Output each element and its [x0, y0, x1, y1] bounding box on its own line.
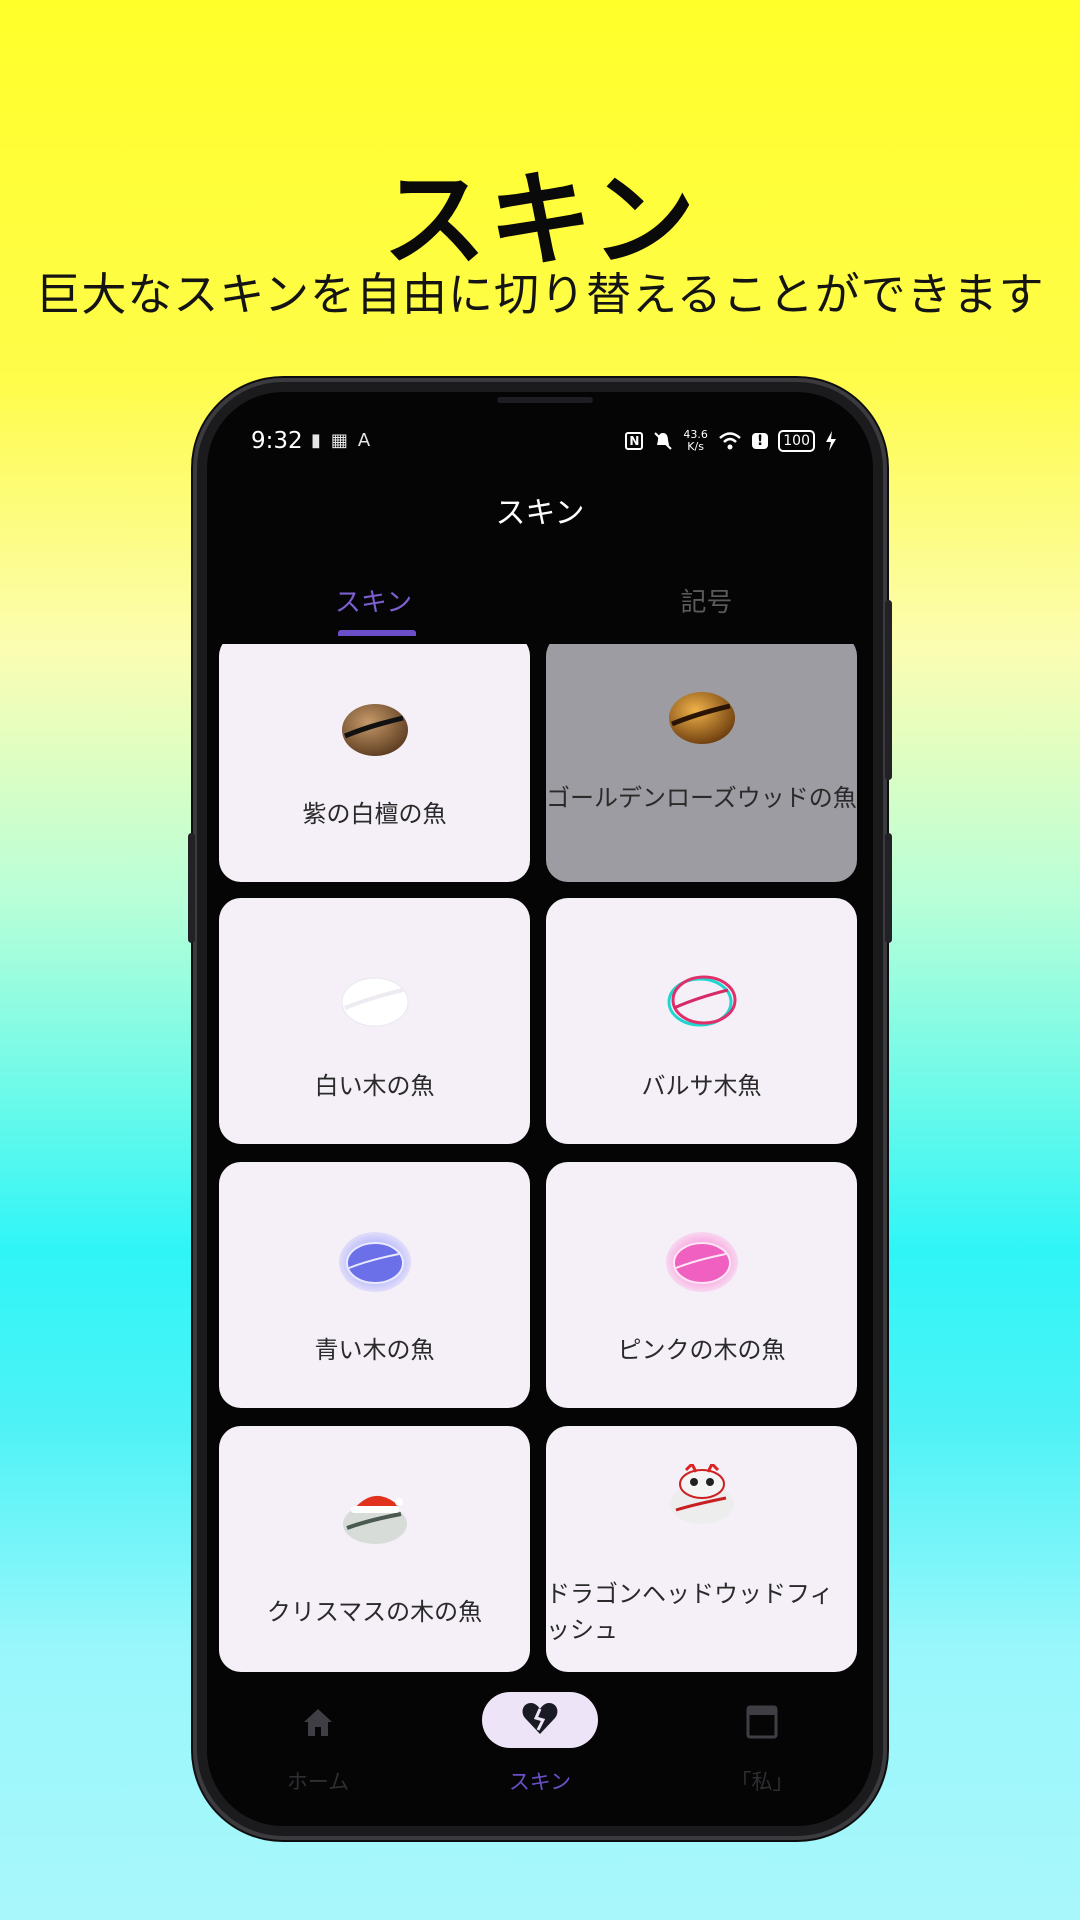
wooden-fish-pink-neon-icon: [666, 1232, 738, 1292]
nav-skin-label: スキン: [508, 1770, 572, 1794]
wifi-icon: [719, 432, 741, 450]
skin-grid: 紫の白檀の魚 ゴールデンローズウッドの魚 白い木の魚 バルサ木魚 青い木の魚 ピ…: [207, 644, 873, 1672]
wooden-fish-white-icon: [341, 977, 409, 1027]
wooden-fish-gold-icon: [669, 692, 735, 744]
skin-card-dragon-head[interactable]: ドラゴンヘッドウッドフィッシュ: [546, 1426, 857, 1672]
tab-skin[interactable]: スキン: [207, 582, 540, 619]
mute-icon: [654, 432, 673, 450]
phone-frame: 9:32 ▮▦A N 43.6 K/s ! 100 スキン スキン 記号 紫の白…: [188, 378, 892, 1840]
speaker-notch: [497, 397, 593, 403]
skin-label: ピンクの木の魚: [617, 1336, 786, 1364]
alert-icon: !: [751, 433, 769, 449]
wooden-fish-dragon-head-icon: [670, 1464, 734, 1524]
skin-card-blue-wood[interactable]: 青い木の魚: [219, 1162, 530, 1408]
skin-label: バルサ木魚: [641, 1072, 762, 1100]
status-bar: 9:32 ▮▦A N 43.6 K/s ! 100: [207, 428, 873, 468]
nav-skin[interactable]: スキン: [429, 1682, 651, 1826]
wooden-fish-brown-icon: [342, 704, 408, 756]
tab-bar: スキン 記号: [207, 582, 873, 642]
charging-icon: [826, 431, 836, 451]
skin-card-purple-sandalwood[interactable]: 紫の白檀の魚: [219, 644, 530, 882]
battery-saver-icon: ▮: [311, 430, 331, 451]
battery-icon: 100: [778, 430, 815, 452]
tab-symbol[interactable]: 記号: [540, 582, 873, 619]
wooden-fish-blue-neon-icon: [339, 1232, 411, 1292]
skin-card-golden-rosewood[interactable]: ゴールデンローズウッドの魚: [546, 644, 857, 882]
side-button: [885, 833, 892, 943]
skin-card-balsa-wood[interactable]: バルサ木魚: [546, 898, 857, 1144]
tab-indicator: [338, 630, 416, 636]
nav-me-label: 「私」: [730, 1770, 794, 1794]
nav-home[interactable]: ホーム: [207, 1682, 429, 1826]
skin-label: ドラゴンヘッドウッドフィッシュ: [546, 1580, 834, 1644]
skin-label: クリスマスの木の魚: [266, 1598, 483, 1626]
skin-label: 白い木の魚: [314, 1072, 435, 1100]
phone-screen: 9:32 ▮▦A N 43.6 K/s ! 100 スキン スキン 記号 紫の白…: [207, 392, 873, 1826]
nfc-icon: N: [625, 432, 644, 450]
status-right-icons: N 43.6 K/s ! 100: [625, 429, 837, 453]
skin-label: 紫の白檀の魚: [302, 800, 447, 828]
wooden-fish-glitch-icon: [667, 975, 737, 1027]
status-time: 9:32: [251, 428, 303, 454]
wooden-fish-christmas-icon: [343, 1495, 407, 1544]
nav-home-label: ホーム: [286, 1770, 350, 1794]
skin-label: ゴールデンローズウッドの魚: [546, 784, 857, 812]
profile-window-icon: [746, 1705, 778, 1739]
skin-label: 青い木の魚: [314, 1336, 435, 1364]
hero-subtitle: 巨大なスキンを自由に切り替えることができます: [35, 268, 1045, 321]
broken-heart-icon: [522, 1703, 558, 1734]
font-icon: A: [357, 430, 381, 451]
home-icon: [304, 1709, 332, 1736]
volume-button: [188, 833, 195, 943]
nav-me[interactable]: 「私」: [651, 1682, 873, 1826]
power-button: [885, 600, 892, 780]
skin-card-white-wood[interactable]: 白い木の魚: [219, 898, 530, 1144]
bottom-navigation: ホーム スキン 「私」: [207, 1682, 873, 1826]
app-icon: ▦: [330, 430, 358, 451]
status-left-icons: ▮▦A: [311, 430, 380, 451]
skin-card-christmas-wood[interactable]: クリスマスの木の魚: [219, 1426, 530, 1672]
net-speed: 43.6 K/s: [683, 428, 708, 453]
skin-card-pink-wood[interactable]: ピンクの木の魚: [546, 1162, 857, 1408]
app-title: スキン: [495, 496, 585, 531]
